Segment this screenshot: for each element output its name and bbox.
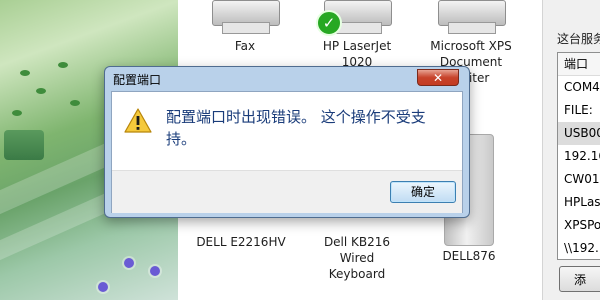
wallpaper-leaf (36, 88, 46, 94)
checkmark-icon: ✓ (316, 10, 342, 36)
wallpaper-plant-pot (4, 130, 44, 160)
device-label: Dell KB216 Wired Keyboard (323, 235, 391, 281)
fax-printer-icon (208, 0, 282, 34)
wallpaper-flower (124, 258, 134, 268)
add-port-button[interactable]: 添 (559, 266, 600, 292)
ports-side-pane: 这台服务 端口 COM4 FILE: USB00 192.16 CW01 HPL… (542, 0, 600, 300)
port-row[interactable]: XPSPo (558, 214, 600, 237)
wallpaper-flower (98, 282, 108, 292)
dialog-body: 配置端口时出现错误。 这个操作不受支持。 确定 (111, 91, 463, 213)
wallpaper-leaf (12, 110, 22, 116)
dialog-title: 配置端口 (113, 73, 162, 87)
port-list-header[interactable]: 端口 (558, 53, 600, 76)
device-hp-laserjet[interactable]: ✓ HP LaserJet 1020 (302, 0, 412, 70)
printer-tray-shape (448, 22, 496, 34)
printer-tray-shape (222, 22, 270, 34)
printer-icon: ✓ (316, 0, 394, 36)
printer-icon (434, 0, 508, 34)
port-list[interactable]: 端口 COM4 FILE: USB00 192.16 CW01 HPLas XP… (557, 52, 600, 260)
dialog-message: 配置端口时出现错误。 这个操作不受支持。 (166, 108, 426, 148)
wallpaper-leaf (20, 70, 30, 76)
device-label: DELL876 (442, 249, 496, 263)
ports-section-title: 这台服务 (557, 32, 600, 46)
wallpaper-leaf (70, 100, 80, 106)
dialog-footer: 确定 (112, 170, 462, 213)
port-row[interactable]: \\192. (558, 237, 600, 259)
wallpaper-flower (150, 266, 160, 276)
configure-port-dialog: 配置端口 ✕ 配置端口时出现错误。 这个操作不受支持。 确定 (104, 66, 470, 218)
close-button[interactable]: ✕ (417, 69, 459, 86)
device-label: DELL E2216HV (196, 235, 286, 249)
device-dell-monitor[interactable]: DELL E2216HV (186, 234, 296, 250)
device-label: Fax (234, 39, 256, 53)
close-icon: ✕ (432, 71, 444, 85)
port-row[interactable]: HPLas (558, 191, 600, 214)
dialog-titlebar[interactable]: 配置端口 ✕ (105, 67, 469, 91)
warning-icon (124, 108, 152, 133)
ok-button[interactable]: 确定 (390, 181, 456, 203)
wallpaper-leaf (58, 62, 68, 68)
port-row[interactable]: COM4 (558, 76, 600, 99)
device-dell-keyboard[interactable]: Dell KB216 Wired Keyboard (302, 234, 412, 282)
port-row[interactable]: 192.16 (558, 145, 600, 168)
port-row[interactable]: CW01 (558, 168, 600, 191)
port-row-selected[interactable]: USB00 (558, 122, 600, 145)
dialog-content: 配置端口时出现错误。 这个操作不受支持。 (112, 92, 462, 170)
port-row[interactable]: FILE: (558, 99, 600, 122)
device-fax[interactable]: Fax (190, 0, 300, 54)
